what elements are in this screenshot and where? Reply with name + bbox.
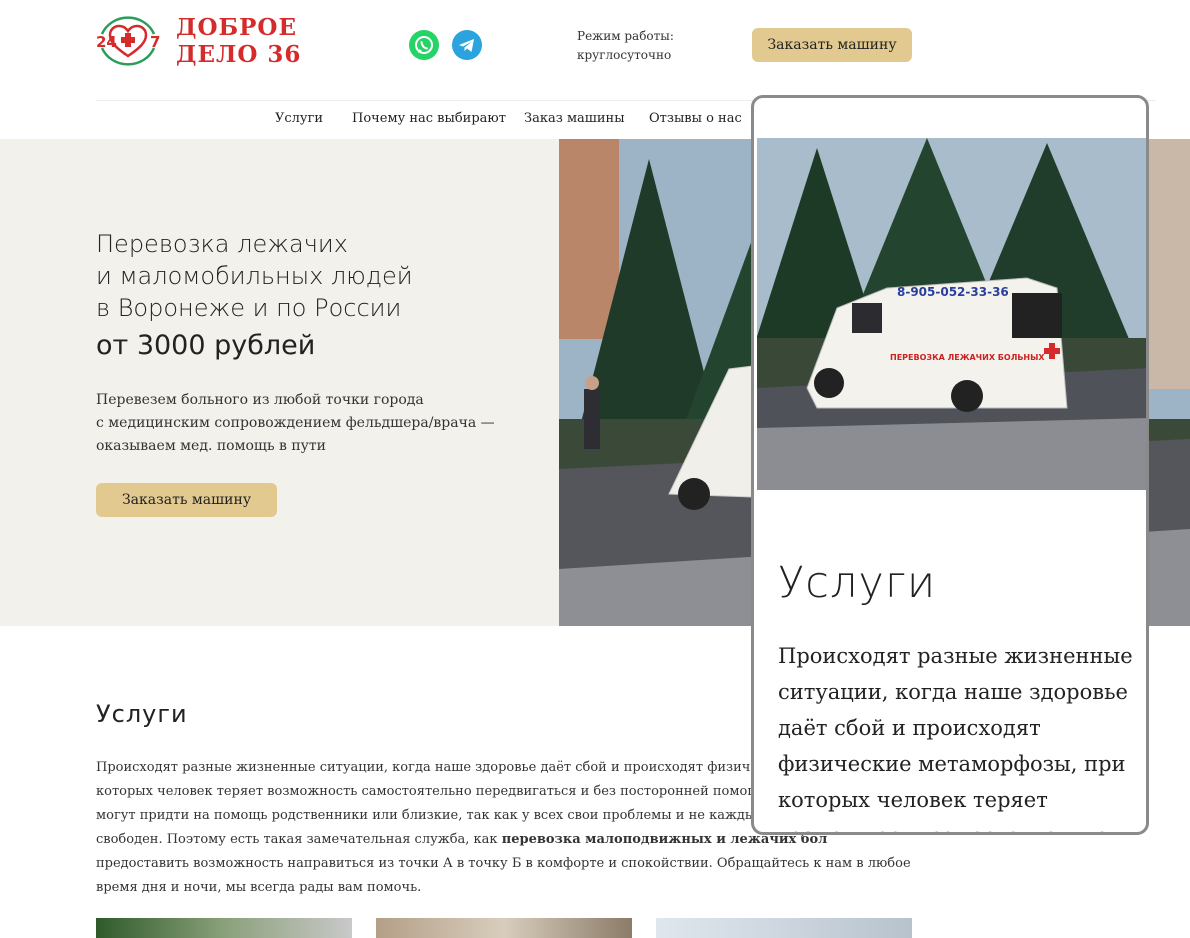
order-car-button-header[interactable]: Заказать машину: [752, 28, 912, 62]
hero-title: Перевозка лежачих и маломобильных людей …: [96, 228, 413, 324]
zoom-magnifier-overlay: 8-905-052-33-36 ПЕРЕВОЗКА ЛЕЖАЧИХ БОЛЬНЫ…: [751, 95, 1149, 835]
service-card-image[interactable]: [656, 918, 912, 938]
nav-item-order[interactable]: Заказ машины: [524, 111, 625, 126]
hero-subtitle: Перевезем больного из любой точки города…: [96, 389, 516, 458]
hero-panel: [0, 139, 559, 626]
svg-text:7: 7: [150, 33, 160, 51]
site-logo[interactable]: 24 7 ДОБРОЕ ДЕЛО 36: [96, 12, 300, 70]
logo-text: ДОБРОЕ ДЕЛО 36: [176, 14, 301, 68]
hours-value: круглосуточно: [577, 48, 672, 62]
zoom-text-line: физические метаморфозы, при: [778, 752, 1126, 776]
hero-title-line: в Воронеже и по России: [96, 294, 402, 322]
zoom-text-line: Происходят разные жизненные: [778, 644, 1133, 668]
zoom-services-text: Происходят разные жизненные ситуации, ко…: [778, 638, 1138, 832]
telegram-icon[interactable]: [452, 30, 482, 60]
nav-item-services[interactable]: Услуги: [275, 111, 323, 126]
services-line: предоставить возможность направиться из …: [96, 856, 911, 871]
hero-subtitle-line: с медицинским сопровождением фельдшера/в…: [96, 415, 495, 431]
hero-subtitle-line: оказываем мед. помощь в пути: [96, 438, 326, 454]
order-car-button-hero[interactable]: Заказать машину: [96, 483, 277, 517]
hero-title-line: и маломобильных людей: [96, 262, 413, 290]
service-card-image[interactable]: [376, 918, 632, 938]
nav-item-reviews[interactable]: Отзывы о нас: [649, 111, 742, 126]
svg-text:24: 24: [96, 33, 117, 51]
zoom-text-line: ситуации, когда наше здоровье: [778, 680, 1128, 704]
hero-title-line: Перевозка лежачих: [96, 230, 348, 258]
hero-price: от 3000 рублей: [96, 330, 316, 361]
logo-line-2: ДЕЛО 36: [176, 41, 302, 68]
hours-label: Режим работы:: [577, 29, 674, 43]
zoom-services-title: Услуги: [778, 558, 937, 608]
working-hours: Режим работы: круглосуточно: [577, 27, 674, 65]
hero-subtitle-line: Перевезем больного из любой точки города: [96, 392, 424, 408]
services-title: Услуги: [96, 700, 188, 728]
zoom-text-line: которых человек теряет: [778, 788, 1048, 812]
services-line: время дня и ночи, мы всегда рады вам пом…: [96, 880, 422, 895]
svg-text:ПЕРЕВОЗКА ЛЕЖАЧИХ БОЛЬНЫХ: ПЕРЕВОЗКА ЛЕЖАЧИХ БОЛЬНЫХ: [890, 353, 1045, 362]
heart-cross-icon: 24 7: [96, 16, 160, 66]
service-card-image[interactable]: [96, 918, 352, 938]
zoom-text-line: даёт сбой и происходят: [778, 716, 1041, 740]
whatsapp-icon[interactable]: [409, 30, 439, 60]
zoom-text-line: возможность самостоятельно: [778, 818, 1138, 832]
nav-item-why-us[interactable]: Почему нас выбирают: [352, 111, 506, 126]
zoomed-van-photo: 8-905-052-33-36 ПЕРЕВОЗКА ЛЕЖАЧИХ БОЛЬНЫ…: [757, 138, 1146, 490]
svg-text:8-905-052-33-36: 8-905-052-33-36: [897, 285, 1009, 299]
logo-line-1: ДОБРОЕ: [176, 14, 297, 41]
